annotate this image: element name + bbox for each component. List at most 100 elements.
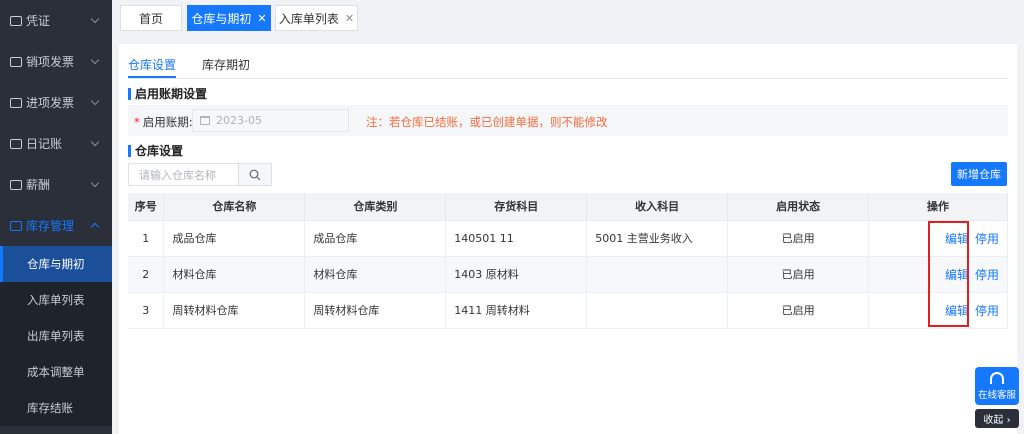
column-header: 序号 [128, 193, 165, 221]
main-card: 仓库设置 库存期初 启用账期设置 * 启用账期: 2023-05 注：若仓库已结账… [119, 44, 1017, 434]
tab-bar: 首页 仓库与期初 ✕ 入库单列表 ✕ [112, 0, 1024, 36]
submenu-cost-adjustment[interactable]: 成本调整单 [0, 354, 112, 390]
close-icon[interactable]: ✕ [345, 12, 354, 25]
period-date-input[interactable]: 2023-05 [192, 109, 349, 132]
invoice-icon [10, 56, 22, 67]
table-row: 2 材料仓库 材料仓库 1403 原材料 已启用 编辑 停用 [128, 256, 1008, 293]
chevron-down-icon [90, 178, 100, 188]
period-label: * 启用账期: [134, 114, 193, 130]
period-label-text: 启用账期: [142, 115, 193, 129]
chevron-down-icon [90, 55, 100, 65]
tab-inbound-label: 入库单列表 [278, 11, 339, 26]
cell-income-account [586, 256, 729, 293]
cell-no: 2 [128, 256, 165, 293]
tab-home[interactable]: 首页 [120, 5, 182, 31]
invoice-in-icon [10, 97, 22, 108]
tab-warehouse-opening[interactable]: 仓库与期初 ✕ [187, 5, 271, 31]
submenu-inbound-list[interactable]: 入库单列表 [0, 282, 112, 318]
edit-link[interactable]: 编辑 [945, 268, 969, 282]
menu-purchase-invoice[interactable]: 进项发票 [0, 82, 112, 123]
calendar-icon [200, 116, 210, 125]
divider [128, 78, 1008, 79]
cell-category: 材料仓库 [304, 256, 447, 293]
sidebar: 凭证 销项发票 进项发票 日记账 薪酬 库存管理 仓库与期初 入库单列表 出库单… [0, 0, 112, 434]
tab-warehouse-label: 仓库与期初 [191, 11, 252, 26]
cell-status: 已启用 [727, 256, 870, 293]
close-icon[interactable]: ✕ [257, 12, 266, 25]
cell-status: 已启用 [727, 220, 870, 257]
column-header: 启用状态 [727, 193, 870, 221]
menu-voucher-label: 凭证 [26, 14, 51, 28]
menu-inventory[interactable]: 库存管理 [0, 205, 112, 246]
period-value: 2023-05 [216, 114, 262, 127]
cell-name: 周转材料仓库 [163, 292, 306, 329]
period-section-title: 启用账期设置 [128, 88, 207, 100]
cell-inventory-account: 140501 11 [445, 220, 588, 257]
cell-status: 已启用 [727, 292, 870, 329]
inventory-submenu: 仓库与期初 入库单列表 出库单列表 成本调整单 库存结账 [0, 246, 112, 426]
subtab-inventory-opening[interactable]: 库存期初 [202, 56, 250, 78]
disable-link[interactable]: 停用 [975, 232, 999, 246]
cell-name: 成品仓库 [163, 220, 306, 257]
journal-icon [10, 138, 22, 149]
warehouse-icon [10, 220, 22, 231]
cell-category: 周转材料仓库 [304, 292, 447, 329]
cell-actions: 编辑 停用 [868, 292, 1008, 329]
add-warehouse-button[interactable]: 新增仓库 [951, 162, 1007, 186]
cell-category: 成品仓库 [304, 220, 447, 257]
salary-icon [10, 179, 22, 190]
tab-inbound-list[interactable]: 入库单列表 ✕ [275, 5, 358, 31]
table-row: 1 成品仓库 成品仓库 140501 11 5001 主营业务收入 已启用 编辑… [128, 220, 1008, 257]
submenu-warehouse-opening[interactable]: 仓库与期初 [0, 246, 112, 282]
table-row: 3 周转材料仓库 周转材料仓库 1411 周转材料 已启用 编辑 停用 [128, 292, 1008, 329]
column-header: 收入科目 [586, 193, 729, 221]
cell-name: 材料仓库 [163, 256, 306, 293]
cell-income-account [586, 292, 729, 329]
warehouse-table: 序号 仓库名称 仓库类别 存货科目 收入科目 启用状态 操作 1 成品仓库 成品… [128, 193, 1008, 329]
warehouse-section-title: 仓库设置 [128, 145, 183, 157]
cell-no: 1 [128, 220, 165, 257]
cell-actions: 编辑 停用 [868, 220, 1008, 257]
required-mark: * [134, 115, 140, 129]
cell-no: 3 [128, 292, 165, 329]
tab-home-label: 首页 [138, 11, 163, 26]
online-service-button[interactable]: 在线客服 [975, 367, 1019, 405]
chevron-down-icon [90, 14, 100, 24]
cell-inventory-account: 1403 原材料 [445, 256, 588, 293]
menu-sales-invoice-label: 销项发票 [26, 55, 75, 69]
period-settings-box: * 启用账期: 2023-05 注：若仓库已结账，或已创建单据，则不能修改 [128, 105, 1008, 136]
voucher-icon [10, 15, 22, 26]
column-header: 操作 [868, 193, 1008, 221]
cell-actions: 编辑 停用 [868, 256, 1008, 293]
menu-sales-invoice[interactable]: 销项发票 [0, 41, 112, 82]
cell-inventory-account: 1411 周转材料 [445, 292, 588, 329]
menu-inventory-label: 库存管理 [26, 219, 75, 233]
menu-journal-label: 日记账 [26, 137, 63, 151]
disable-link[interactable]: 停用 [975, 304, 999, 318]
collapse-button[interactable]: 收起 › [975, 409, 1019, 428]
menu-salary-label: 薪酬 [26, 178, 51, 192]
menu-voucher[interactable]: 凭证 [0, 0, 112, 41]
menu-salary[interactable]: 薪酬 [0, 164, 112, 205]
cell-income-account: 5001 主营业务收入 [586, 220, 729, 257]
column-header: 仓库名称 [163, 193, 306, 221]
column-header: 存货科目 [445, 193, 588, 221]
chevron-up-icon [90, 222, 100, 232]
edit-link[interactable]: 编辑 [945, 232, 969, 246]
period-note: 注：若仓库已结账，或已创建单据，则不能修改 [366, 115, 608, 129]
disable-link[interactable]: 停用 [975, 268, 999, 282]
online-service-label: 在线客服 [977, 389, 1016, 401]
column-header: 仓库类别 [304, 193, 447, 221]
edit-link[interactable]: 编辑 [945, 304, 969, 318]
search-button[interactable] [238, 163, 272, 186]
sub-tabs: 仓库设置 库存期初 [128, 56, 276, 78]
chevron-down-icon [90, 137, 100, 147]
subtab-warehouse-settings[interactable]: 仓库设置 [128, 56, 177, 78]
menu-purchase-invoice-label: 进项发票 [26, 96, 75, 110]
headset-icon [990, 371, 1004, 384]
submenu-outbound-list[interactable]: 出库单列表 [0, 318, 112, 354]
submenu-inventory-closing[interactable]: 库存结账 [0, 390, 112, 426]
menu-journal[interactable]: 日记账 [0, 123, 112, 164]
chevron-down-icon [90, 96, 100, 106]
search-icon [249, 169, 261, 180]
